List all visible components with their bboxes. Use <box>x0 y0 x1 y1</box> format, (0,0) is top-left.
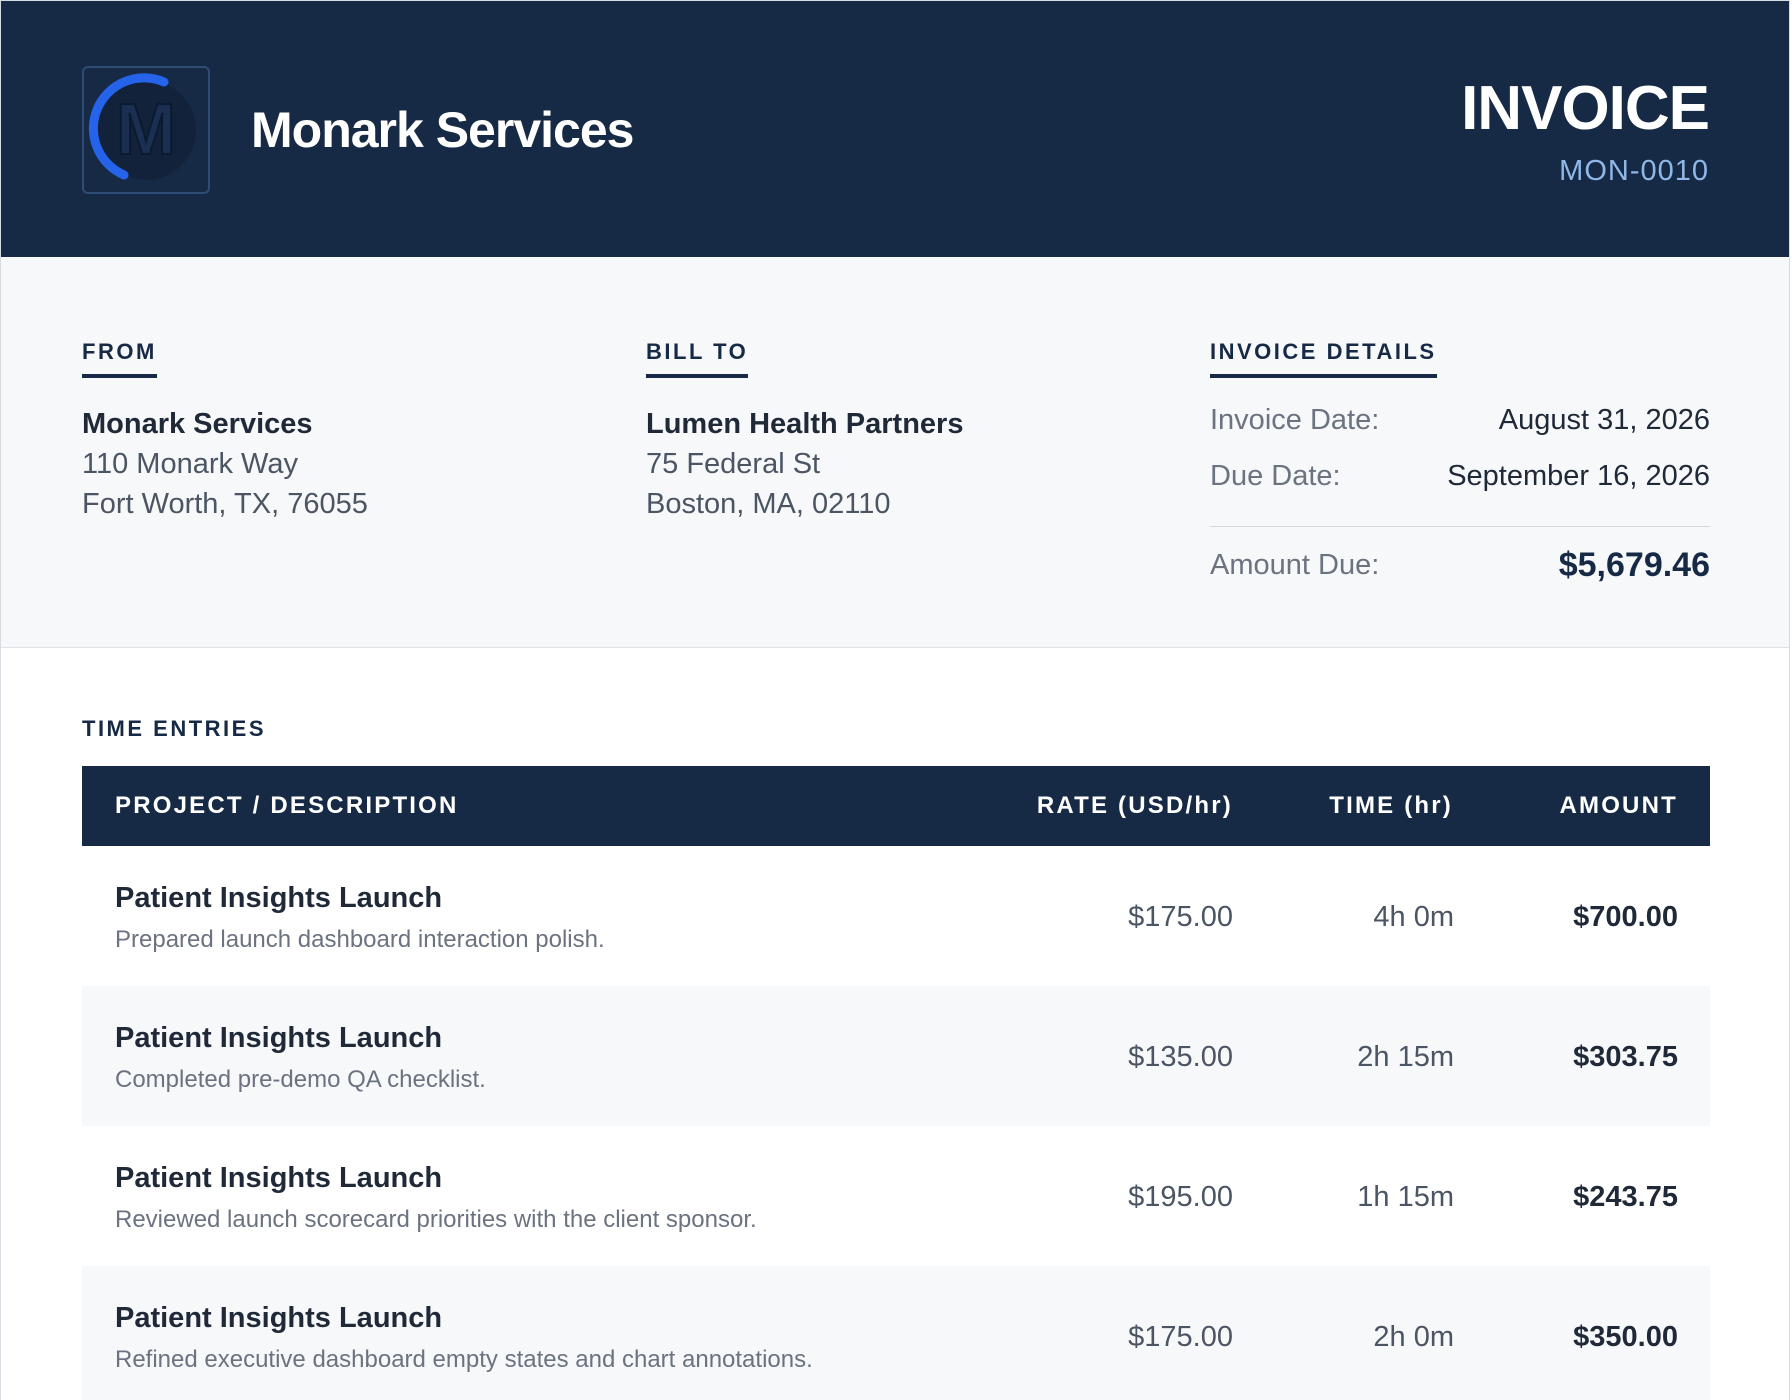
row-description: Reviewed launch scorecard priorities wit… <box>115 1206 757 1233</box>
details-divider <box>1210 526 1710 527</box>
row-project: Patient Insights Launch <box>115 1162 443 1194</box>
from-block: FROM Monark Services 110 Monark Way Fort… <box>82 339 368 524</box>
row-time: 1h 15m <box>1357 1181 1454 1213</box>
table-row: Patient Insights Launch Reviewed launch … <box>82 1126 1710 1266</box>
bill-to-name: Lumen Health Partners <box>646 408 964 440</box>
row-rate: $135.00 <box>1128 1041 1233 1073</box>
bill-to-label: BILL TO <box>646 339 749 378</box>
row-description: Completed pre-demo QA checklist. <box>115 1066 486 1093</box>
amount-due-row: Amount Due: $5,679.46 <box>1210 546 1710 605</box>
row-time: 4h 0m <box>1373 901 1454 933</box>
company-name: Monark Services <box>251 102 634 158</box>
bill-to-block: BILL TO Lumen Health Partners 75 Federal… <box>646 339 963 524</box>
invoice-title: INVOICE <box>1461 74 1710 143</box>
row-project: Patient Insights Launch <box>115 882 443 914</box>
table-row: Patient Insights Launch Prepared launch … <box>82 846 1710 986</box>
row-amount: $243.75 <box>1573 1181 1678 1213</box>
row-rate: $175.00 <box>1128 1321 1233 1353</box>
bill-to-address-line1: 75 Federal St <box>646 448 821 480</box>
row-rate: $195.00 <box>1128 1181 1233 1213</box>
time-entries-table: PROJECT / DESCRIPTION RATE (USD/hr) TIME… <box>82 766 1710 1400</box>
due-date-label: Due Date: <box>1210 460 1341 492</box>
invoice-number: MON-0010 <box>1559 155 1709 187</box>
bill-to-address-line2: Boston, MA, 02110 <box>646 488 891 520</box>
column-header-amount: AMOUNT <box>1559 792 1678 819</box>
column-header-description: PROJECT / DESCRIPTION <box>115 792 459 819</box>
row-rate: $175.00 <box>1128 901 1233 933</box>
row-amount: $700.00 <box>1573 901 1678 933</box>
row-amount: $350.00 <box>1573 1321 1678 1353</box>
invoice-date-value: August 31, 2026 <box>1498 404 1710 436</box>
from-name: Monark Services <box>82 408 313 440</box>
row-description: Prepared launch dashboard interaction po… <box>115 926 605 953</box>
row-description: Refined executive dashboard empty states… <box>115 1346 813 1373</box>
invoice-details-block: INVOICE DETAILS Invoice Date: August 31,… <box>1210 339 1710 605</box>
amount-due-value: $5,679.46 <box>1558 546 1710 584</box>
invoice-header: M Monark Services INVOICE MON-0010 <box>1 1 1789 257</box>
table-header: PROJECT / DESCRIPTION RATE (USD/hr) TIME… <box>82 766 1710 846</box>
row-project: Patient Insights Launch <box>115 1022 443 1054</box>
from-address-line1: 110 Monark Way <box>82 448 298 480</box>
logo-letter: M <box>116 90 176 170</box>
due-date-row: Due Date: September 16, 2026 <box>1210 460 1710 516</box>
row-time: 2h 0m <box>1373 1321 1454 1353</box>
logo-icon: M <box>88 73 196 180</box>
due-date-value: September 16, 2026 <box>1447 460 1710 492</box>
company-logo: M <box>82 66 210 194</box>
invoice-details-label: INVOICE DETAILS <box>1210 339 1437 378</box>
row-time: 2h 15m <box>1357 1041 1454 1073</box>
invoice-date-label: Invoice Date: <box>1210 404 1380 436</box>
column-header-time: TIME (hr) <box>1329 792 1453 819</box>
time-entries-label: TIME ENTRIES <box>82 716 267 741</box>
row-amount: $303.75 <box>1573 1041 1678 1073</box>
invoice-page: M Monark Services INVOICE MON-0010 FROM … <box>0 0 1790 1400</box>
table-row: Patient Insights Launch Completed pre-de… <box>82 986 1710 1126</box>
row-project: Patient Insights Launch <box>115 1302 443 1334</box>
from-address-line2: Fort Worth, TX, 76055 <box>82 488 368 520</box>
invoice-info-section: FROM Monark Services 110 Monark Way Fort… <box>1 257 1789 648</box>
invoice-date-row: Invoice Date: August 31, 2026 <box>1210 404 1710 460</box>
table-row: Patient Insights Launch Refined executiv… <box>82 1266 1710 1400</box>
amount-due-label: Amount Due: <box>1210 549 1380 581</box>
column-header-rate: RATE (USD/hr) <box>1036 792 1233 819</box>
from-label: FROM <box>82 339 157 378</box>
